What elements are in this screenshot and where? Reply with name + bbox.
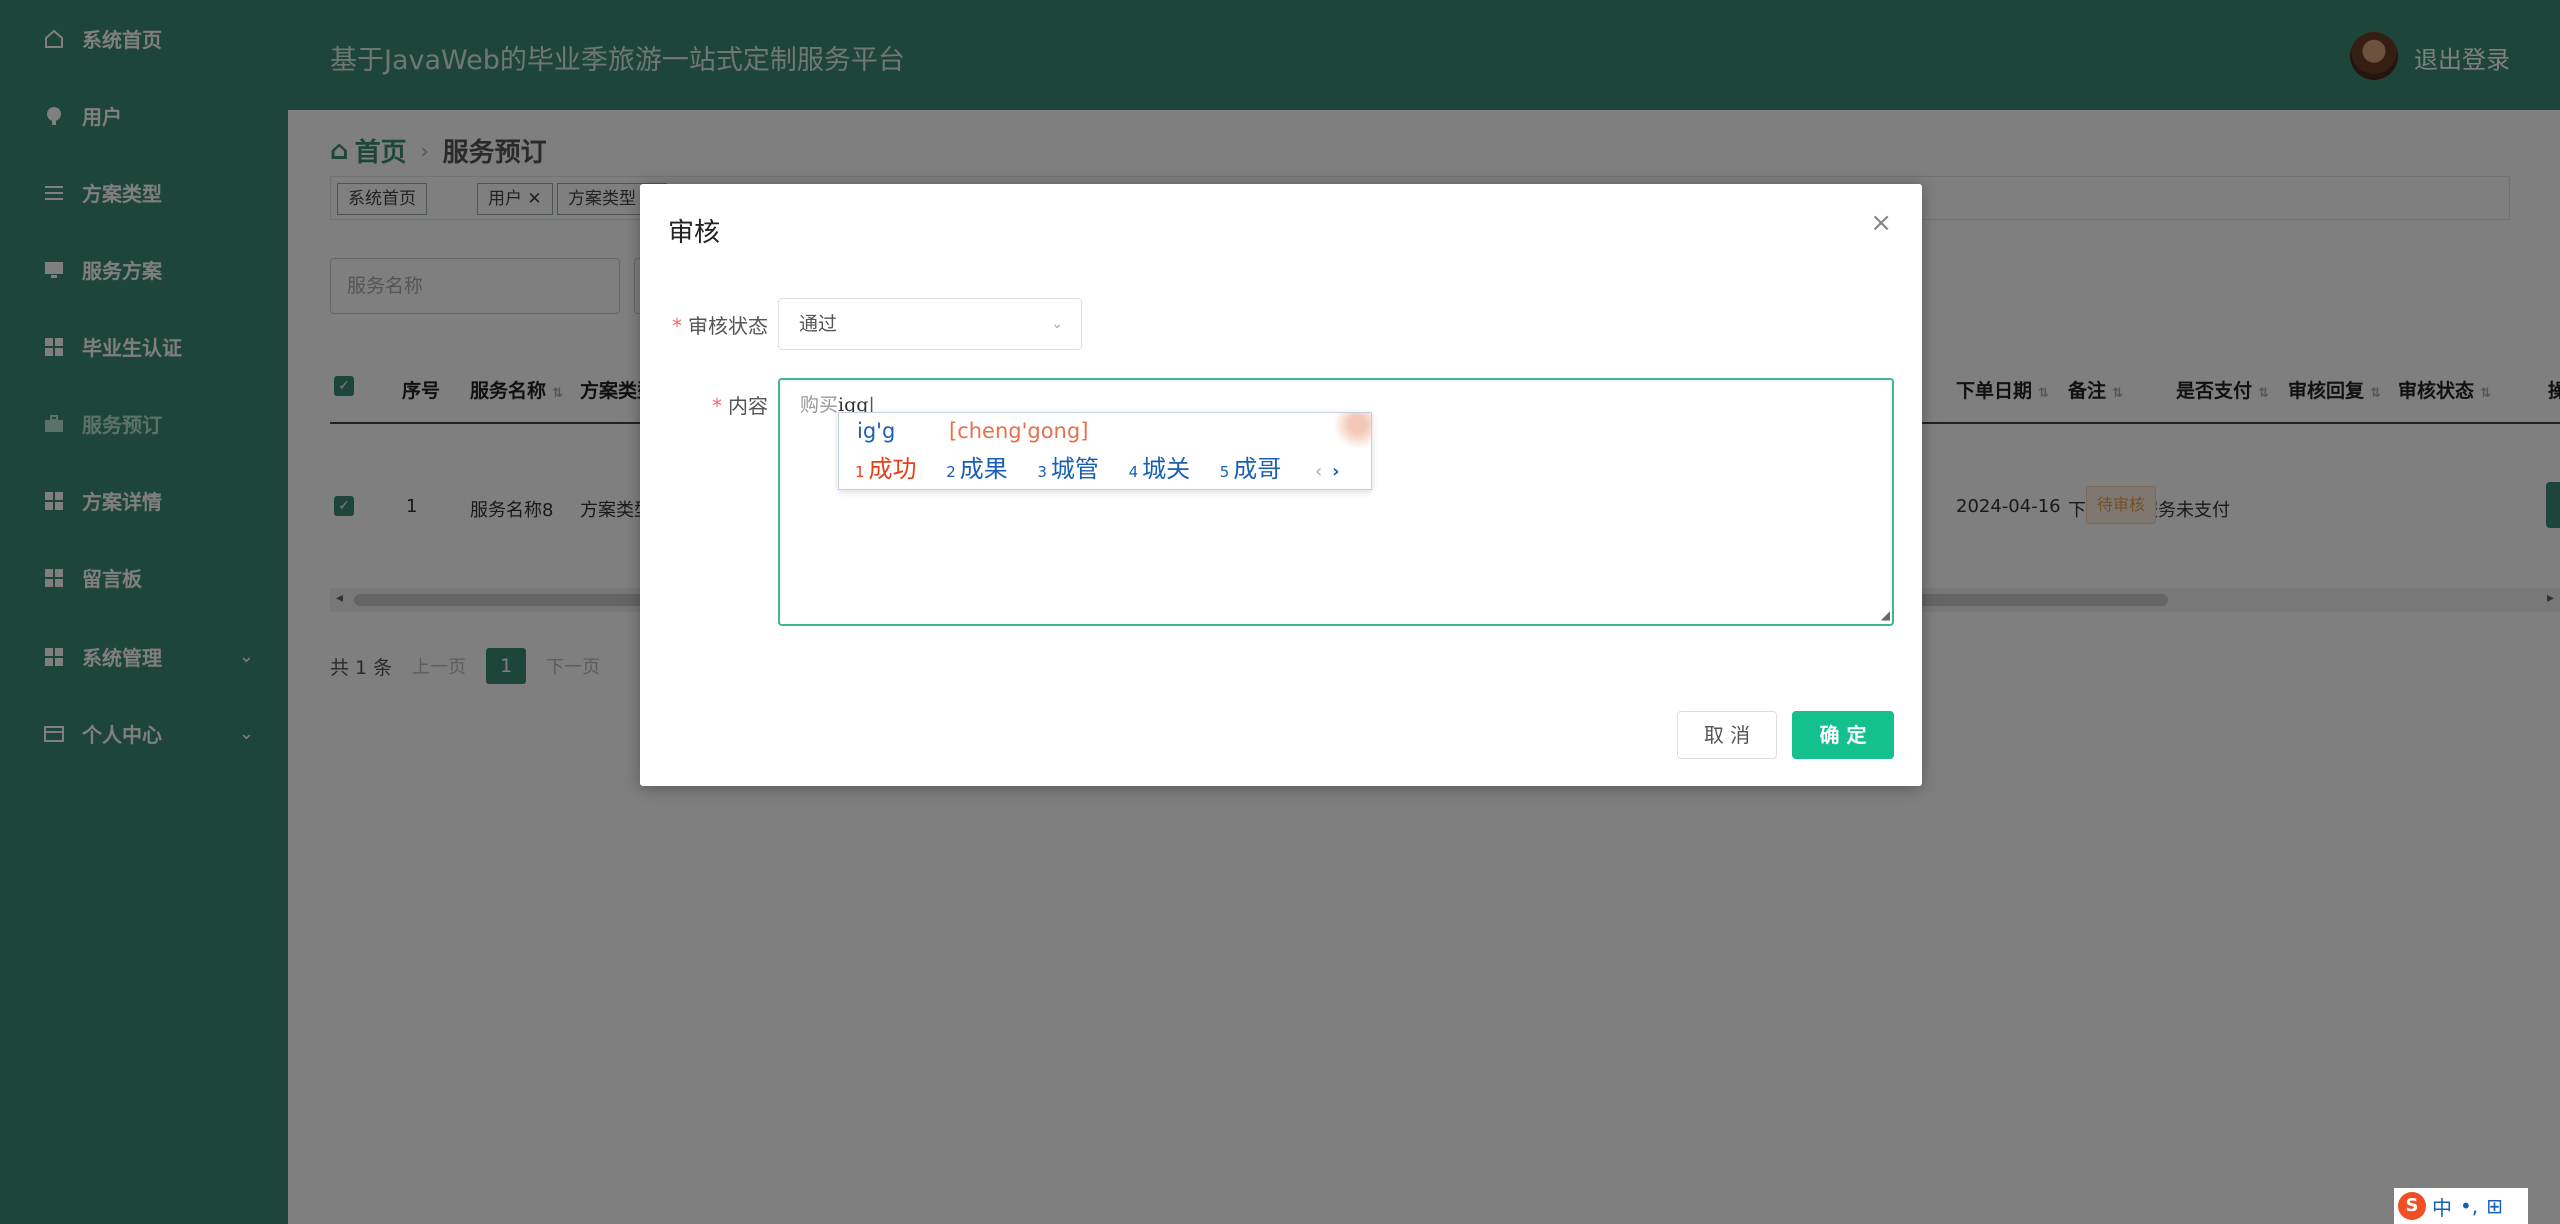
ime-candidates: 1 成功 2 成果 3 城管 4 城关 5 成哥 ‹ › <box>855 449 1340 484</box>
ime-mode[interactable]: 中 <box>2432 1192 2452 1221</box>
cancel-button[interactable]: 取 消 <box>1677 711 1777 759</box>
ime-punctuation[interactable]: •, <box>2460 1194 2478 1218</box>
review-status-value: 通过 <box>799 313 838 335</box>
ime-candidate[interactable]: 1 成功 <box>855 449 917 484</box>
content-label: * 内容 <box>712 394 768 418</box>
ime-candidate[interactable]: 3 城管 <box>1037 449 1099 484</box>
ime-prev-page[interactable]: ‹ <box>1315 461 1322 482</box>
ime-candidate-popup: ig'g [cheng'gong] 1 成功 2 成果 3 城管 4 城关 5 成哥 ‹ › <box>838 412 1372 490</box>
app-root: 系统首页 用户 方案类型 服务方案 毕业生认证 服务预订 方案详情 留言板 <box>0 0 2560 1224</box>
ime-skin-decoration <box>1327 413 1371 451</box>
ime-page-nav: ‹ › <box>1315 461 1340 482</box>
ime-next-page[interactable]: › <box>1332 461 1339 482</box>
status-label: * 审核状态 <box>672 314 768 338</box>
confirm-button[interactable]: 确 定 <box>1792 711 1894 759</box>
chevron-down-icon: ⌄ <box>1051 316 1063 332</box>
ime-candidate[interactable]: 4 城关 <box>1129 449 1191 484</box>
resize-handle-icon[interactable]: ◢ <box>1881 608 1890 622</box>
ime-toolbox-icon[interactable]: ⊞ <box>2486 1194 2503 1218</box>
review-status-select[interactable]: 通过 ⌄ <box>778 298 1082 350</box>
ime-candidate[interactable]: 5 成哥 <box>1220 449 1282 484</box>
dialog-title: 审核 <box>668 218 721 248</box>
content-text: 购买 <box>800 394 839 416</box>
ime-composition: ig'g <box>857 419 896 443</box>
close-icon[interactable]: × <box>1870 208 1892 238</box>
ime-candidate[interactable]: 2 成果 <box>946 449 1008 484</box>
ime-pinyin: [cheng'gong] <box>949 419 1089 443</box>
ime-status-bar[interactable]: S 中 •, ⊞ <box>2394 1188 2528 1224</box>
sogou-logo-icon: S <box>2398 1192 2426 1220</box>
